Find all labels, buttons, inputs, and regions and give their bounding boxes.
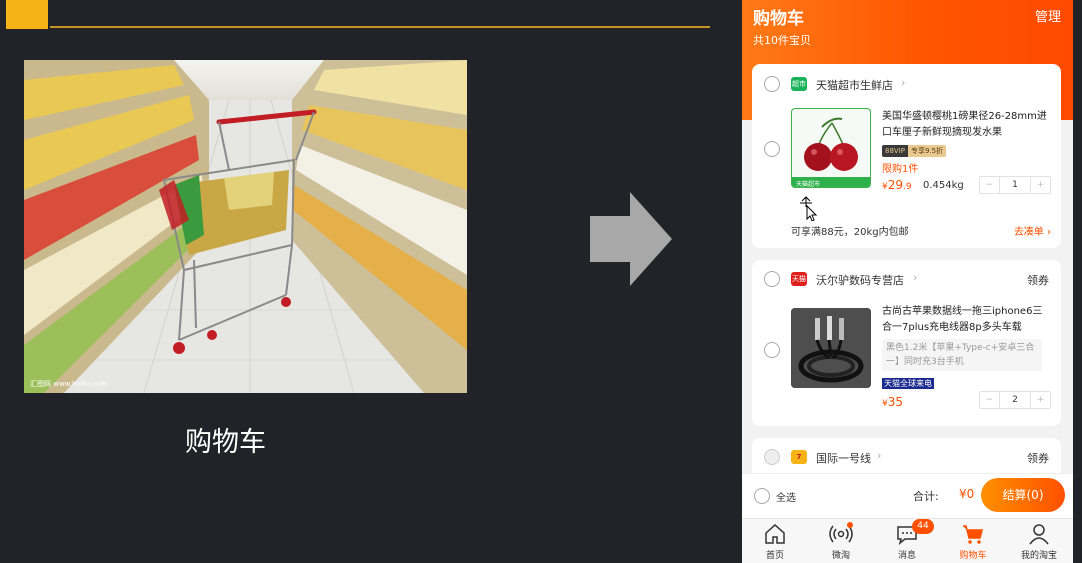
- quantity-stepper[interactable]: − 2 +: [979, 391, 1051, 409]
- select-all-radio[interactable]: [754, 488, 770, 504]
- product-image[interactable]: [791, 308, 871, 388]
- store-card: 天猫 沃尔驴数码专营店 › 领券 古尚古苹果数据线一拖三iphone6三合一7p…: [752, 260, 1061, 426]
- cherries-icon: 天猫超市: [792, 117, 870, 188]
- promo-link[interactable]: 去凑单 ›: [1014, 223, 1051, 238]
- quantity-value[interactable]: 1: [998, 177, 1032, 193]
- tab-cart[interactable]: 购物车: [940, 519, 1006, 563]
- store-badge: 天猫: [791, 272, 807, 286]
- purchase-limit: 限购1件: [882, 164, 919, 175]
- store-card: 超市 天猫超市生鲜店 › 天猫超市 美国华盛顿樱桃1磅果径26-28mm进口车厘…: [752, 64, 1061, 248]
- vip-tag-label: 88VIP: [882, 145, 908, 157]
- user-icon: [1029, 524, 1049, 545]
- decrease-button[interactable]: −: [980, 392, 999, 408]
- quantity-value[interactable]: 2: [998, 392, 1032, 408]
- tab-home[interactable]: 首页: [742, 519, 808, 563]
- store-select-radio[interactable]: [764, 449, 780, 465]
- promo-text: 可享满88元，20kg内包邮: [791, 227, 909, 238]
- store-badge: 超市: [791, 77, 807, 91]
- manage-button[interactable]: 管理: [1035, 6, 1061, 25]
- cart-icon: [963, 525, 983, 544]
- item-select-radio[interactable]: [764, 141, 780, 157]
- shopping-cart-photo: 汇图网 www.huitu.com: [24, 60, 467, 393]
- chevron-right-icon[interactable]: ›: [913, 271, 917, 284]
- checkout-button[interactable]: 结算(0): [981, 478, 1065, 512]
- supermarket-aisle-illustration: 汇图网 www.huitu.com: [24, 60, 467, 393]
- tab-label: 购物车: [959, 551, 987, 561]
- product-title[interactable]: 古尚古苹果数据线一拖三iphone6三合一7plus充电线器8p多头车载: [882, 304, 1052, 336]
- item-count: 共10件宝贝: [753, 34, 811, 47]
- tab-label: 消息: [897, 551, 916, 561]
- bottom-tab-bar: 首页 微淘 44 消息 购物车 我的淘宝: [742, 518, 1073, 563]
- right-arrow-icon: [590, 192, 672, 286]
- tab-label: 首页: [765, 551, 784, 561]
- select-all-label[interactable]: 全选: [776, 489, 796, 504]
- broadcast-icon: [829, 522, 853, 543]
- store-select-radio[interactable]: [764, 271, 780, 287]
- vip-tag: 88VIP 专享9.5折: [882, 145, 947, 157]
- home-icon: [765, 523, 785, 544]
- product-title[interactable]: 美国华盛顿樱桃1磅果径26-28mm进口车厘子新鲜现摘现发水果: [882, 109, 1052, 141]
- photo-watermark: 汇图网 www.huitu.com: [30, 380, 107, 388]
- product-image[interactable]: 天猫超市: [791, 108, 871, 188]
- product-price: ¥35: [882, 395, 904, 409]
- increase-button[interactable]: +: [1031, 392, 1050, 408]
- tab-weitao[interactable]: 微淘: [808, 519, 874, 563]
- product-image-label: 天猫超市: [796, 180, 820, 188]
- vip-discount: 专享9.5折: [907, 145, 947, 157]
- cart-title: 购物车: [753, 9, 804, 29]
- cable-icon: [791, 308, 871, 388]
- item-select-radio[interactable]: [764, 342, 780, 358]
- tab-my-taobao[interactable]: 我的淘宝: [1006, 519, 1072, 563]
- store-name[interactable]: 国际一号线: [816, 450, 871, 466]
- taobao-cart-screen: 购物车 管理 共10件宝贝 超市 天猫超市生鲜店 › 天猫超市 美国华盛顿樱桃1…: [742, 0, 1073, 563]
- product-price: ¥29.9: [882, 178, 912, 192]
- total-label: 合计:: [913, 490, 939, 503]
- total-value: ¥0: [959, 487, 975, 501]
- quantity-stepper[interactable]: − 1 +: [979, 176, 1051, 194]
- slide-caption: 购物车: [185, 427, 266, 458]
- chevron-right-icon[interactable]: ›: [877, 449, 881, 462]
- store-select-radio[interactable]: [764, 76, 780, 92]
- tab-messages[interactable]: 44 消息: [874, 519, 940, 563]
- store-name[interactable]: 天猫超市生鲜店: [816, 77, 893, 93]
- chevron-right-icon[interactable]: ›: [901, 76, 905, 89]
- checkout-bar: 全选 合计: ¥0 结算(0): [742, 473, 1073, 518]
- product-weight: 0.454kg: [923, 180, 964, 191]
- slide-accent-block: [6, 0, 48, 29]
- tab-label: 我的淘宝: [1020, 551, 1057, 561]
- increase-button[interactable]: +: [1031, 177, 1050, 193]
- store-badge: 7: [791, 450, 807, 464]
- cursor-icon: [800, 196, 818, 221]
- tab-label: 微淘: [831, 551, 850, 561]
- coupon-button[interactable]: 领券: [1027, 450, 1049, 466]
- coupon-button[interactable]: 领券: [1027, 272, 1049, 288]
- store-card: 7 国际一号线 › 领券: [752, 438, 1061, 478]
- slide-divider: [50, 26, 710, 28]
- decrease-button[interactable]: −: [980, 177, 999, 193]
- global-tag: 天猫全球来电: [882, 378, 934, 389]
- message-badge: 44: [912, 519, 934, 534]
- sku-selector[interactable]: 黑色1.2米【苹果+Type-c+安卓三合一】同时充3台手机: [882, 339, 1042, 371]
- store-name[interactable]: 沃尔驴数码专营店: [816, 272, 904, 288]
